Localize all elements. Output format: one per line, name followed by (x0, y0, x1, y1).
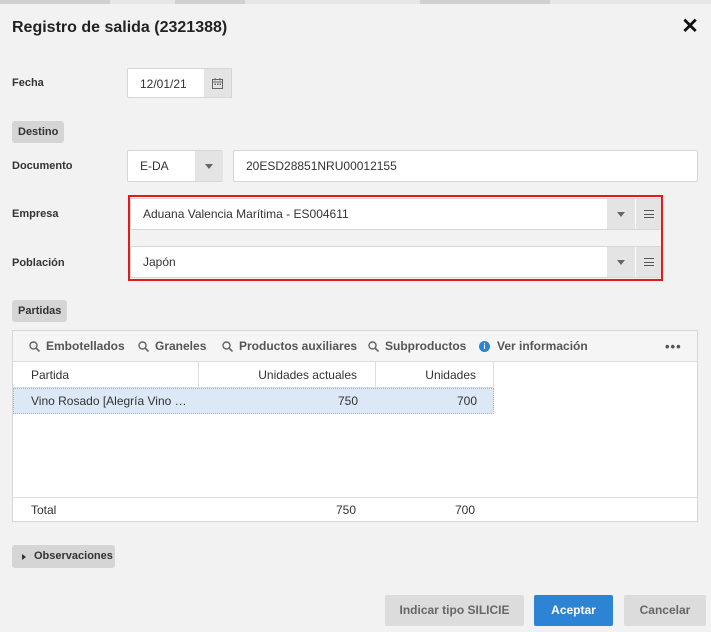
fecha-input[interactable]: 12/01/21 (127, 68, 205, 98)
subproductos-label: Subproductos (385, 339, 467, 353)
caret-right-icon (22, 553, 26, 560)
search-icon (29, 341, 40, 352)
total-unidades: 700 (454, 503, 475, 517)
observaciones-toggle[interactable]: Observaciones (12, 545, 115, 568)
search-icon (222, 341, 233, 352)
top-strip (0, 0, 711, 4)
productos-auxiliares-label: Productos auxiliares (239, 339, 358, 353)
aceptar-button[interactable]: Aceptar (534, 595, 613, 626)
documento-number-value: 20ESD28851NRU00012155 (246, 159, 397, 173)
calendar-icon[interactable] (204, 68, 232, 98)
subproductos-button[interactable]: Subproductos (368, 331, 466, 362)
graneles-button[interactable]: Graneles (138, 331, 206, 362)
partidas-panel: Embotellados Graneles Productos auxiliar… (12, 330, 698, 522)
column-header-unidades-actuales[interactable]: Unidades actuales (199, 362, 376, 388)
column-header-unidades[interactable]: Unidades (376, 362, 494, 388)
productos-auxiliares-button[interactable]: Productos auxiliares (222, 331, 357, 362)
column-header-partida[interactable]: Partida (13, 362, 199, 388)
partidas-toolbar: Embotellados Graneles Productos auxiliar… (13, 331, 697, 362)
observaciones-label: Observaciones (34, 550, 113, 562)
embotellados-button[interactable]: Embotellados (29, 331, 125, 362)
search-icon (368, 341, 379, 352)
partidas-chip: Partidas (12, 300, 68, 322)
graneles-label: Graneles (155, 339, 207, 353)
close-icon[interactable]: ✕ (680, 16, 700, 38)
fecha-label: Fecha (12, 77, 44, 89)
dialog-title: Registro de salida (2321388) (12, 19, 228, 36)
info-icon: i (479, 341, 490, 352)
chevron-down-icon[interactable] (195, 151, 223, 181)
ver-informacion-button[interactable]: i Ver información (479, 331, 588, 362)
row-unidades-actuales: 750 (337, 394, 358, 408)
ver-informacion-label: Ver información (497, 339, 588, 353)
highlight-box (128, 195, 663, 281)
embotellados-label: Embotellados (46, 339, 125, 353)
documento-label: Documento (12, 160, 73, 172)
poblacion-label: Población (12, 257, 65, 269)
row-partida: Vino Rosado [Alegría Vino … (31, 394, 187, 408)
row-unidades: 700 (456, 394, 477, 408)
more-options-icon[interactable]: ••• (665, 331, 682, 362)
fecha-value: 12/01/21 (140, 77, 187, 91)
total-unidades-actuales: 750 (335, 503, 356, 517)
indicar-silicie-button[interactable]: Indicar tipo SILICIE (385, 595, 524, 626)
documento-type-value: E-DA (140, 159, 169, 173)
destino-chip: Destino (12, 121, 65, 143)
documento-number-input[interactable]: 20ESD28851NRU00012155 (233, 150, 698, 182)
total-label: Total (31, 503, 57, 517)
search-icon (138, 341, 149, 352)
cancelar-button[interactable]: Cancelar (624, 595, 706, 626)
empresa-label: Empresa (12, 208, 59, 220)
table-row[interactable]: Vino Rosado [Alegría Vino … 750 700 (13, 388, 494, 414)
documento-type-select[interactable]: E-DA (127, 150, 223, 182)
